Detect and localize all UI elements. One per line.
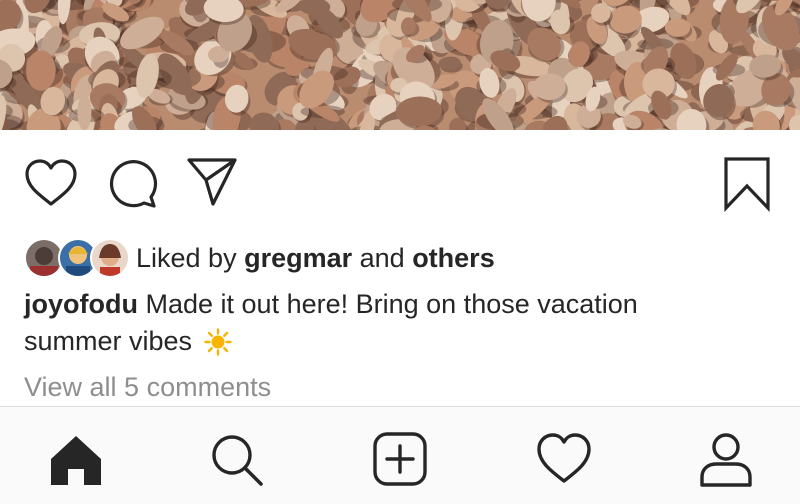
share-button[interactable]	[186, 156, 238, 208]
nav-search-button[interactable]	[208, 431, 264, 487]
post-action-bar	[0, 130, 800, 230]
pebbles-image	[0, 0, 800, 130]
new-post-icon	[373, 432, 427, 486]
nav-home-button[interactable]	[48, 431, 104, 487]
nav-new-post-button[interactable]	[372, 431, 428, 487]
comment-button[interactable]	[106, 158, 160, 210]
search-icon	[212, 435, 263, 486]
pebble	[77, 94, 92, 130]
liked-by-joiner: and	[352, 242, 413, 273]
bottom-navigation	[0, 406, 800, 504]
caption-username-link[interactable]: joyofodu	[24, 289, 138, 319]
comment-bubble-icon	[109, 160, 158, 208]
post-caption: joyofodu Made it out here! Bring on thos…	[24, 286, 724, 360]
save-button[interactable]	[722, 156, 772, 212]
view-all-comments-link[interactable]: View all 5 comments	[24, 372, 271, 403]
profile-icon	[700, 433, 752, 487]
others-link[interactable]: others	[412, 243, 495, 273]
nav-activity-button[interactable]	[536, 431, 592, 487]
paper-plane-icon	[187, 158, 237, 206]
home-icon	[51, 436, 101, 485]
sun-emoji-icon	[203, 328, 232, 356]
liker-username-link[interactable]: gregmar	[244, 243, 352, 273]
like-button[interactable]	[24, 158, 78, 208]
post-photo[interactable]	[0, 0, 800, 130]
liker-avatars[interactable]	[24, 238, 130, 278]
activity-heart-icon	[537, 433, 591, 483]
liked-by-prefix: Liked by	[136, 242, 245, 273]
avatar	[90, 238, 130, 278]
bookmark-icon	[724, 157, 770, 212]
heart-outline-icon	[25, 159, 77, 206]
likes-row: Liked by gregmar and others	[24, 236, 495, 280]
liked-by-text: Liked by gregmar and others	[136, 243, 495, 274]
nav-profile-button[interactable]	[698, 431, 754, 487]
